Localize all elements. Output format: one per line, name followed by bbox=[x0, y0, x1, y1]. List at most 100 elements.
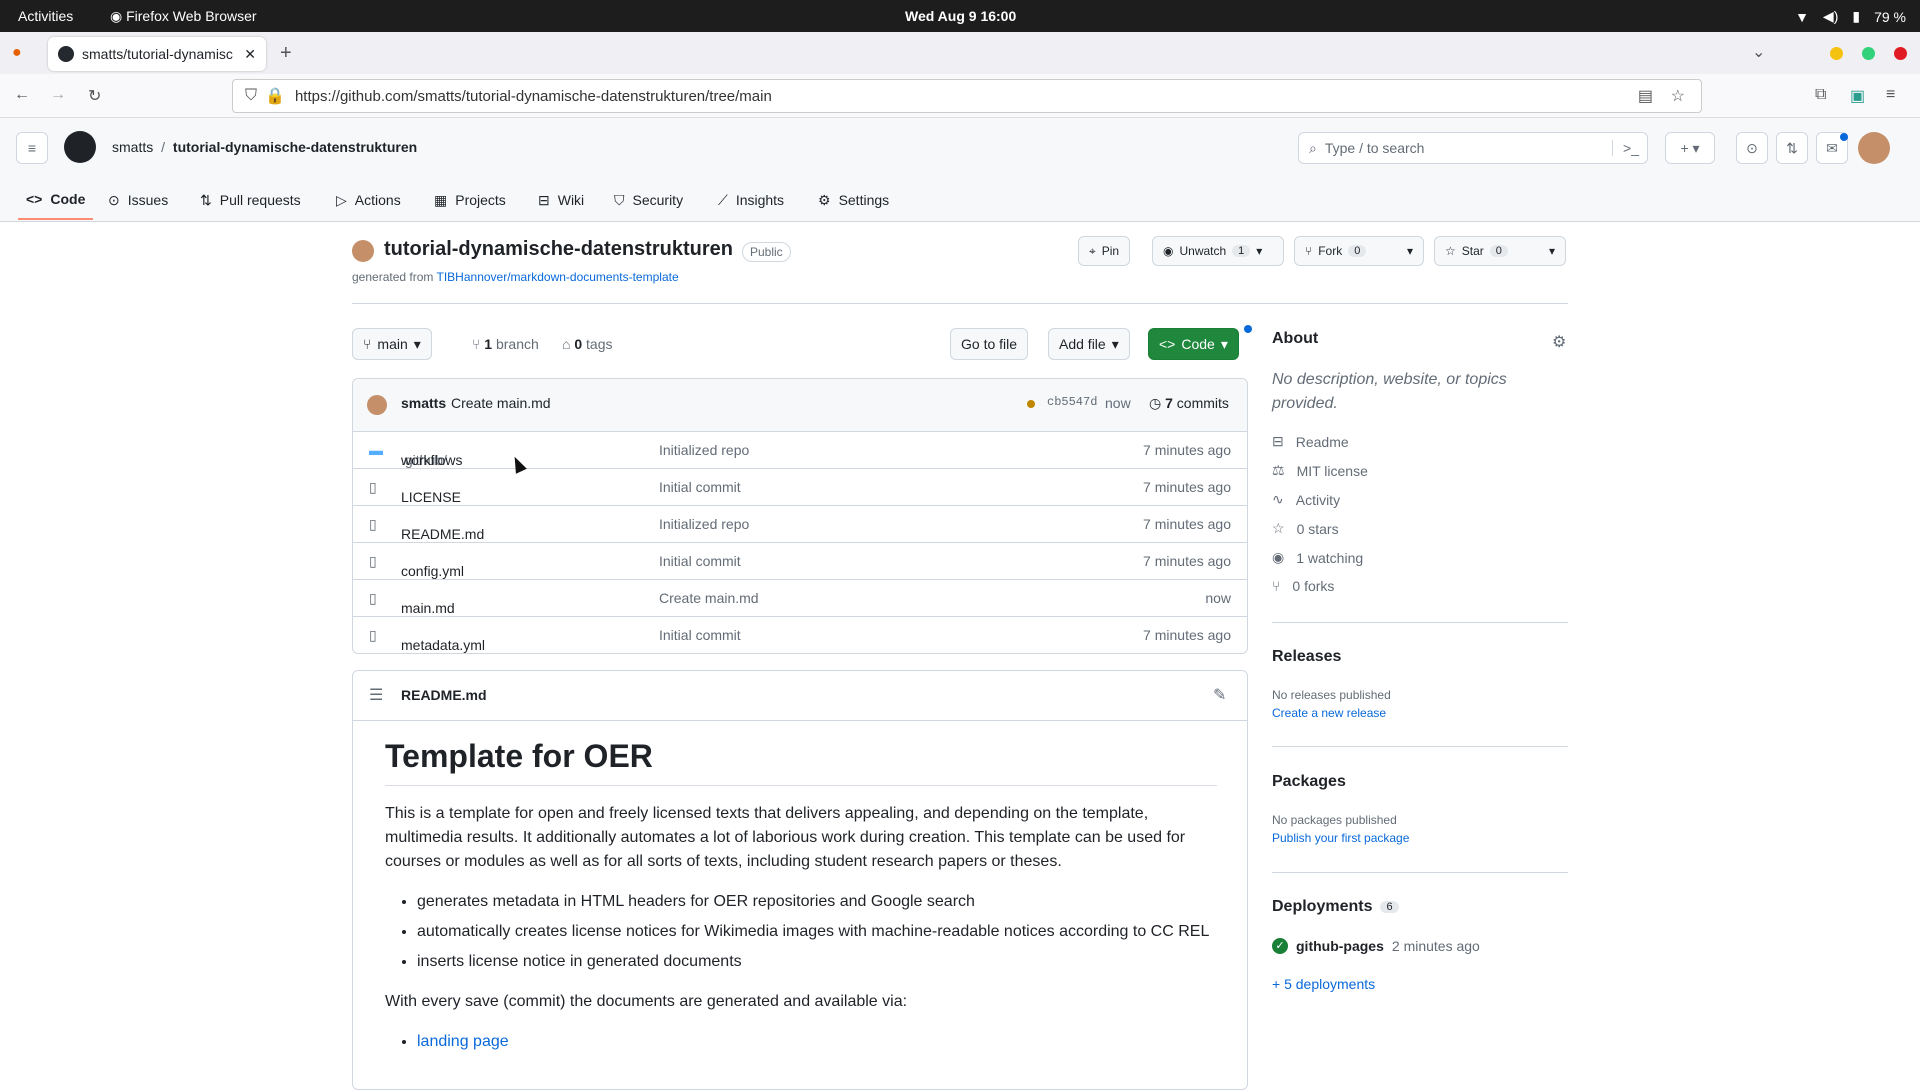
system-tray[interactable]: ▼ ◀) ▮ 79 % bbox=[1795, 8, 1906, 25]
landing-page-link[interactable]: landing page bbox=[417, 1033, 509, 1050]
tab-settings[interactable]: ⚙ Settings bbox=[818, 180, 889, 220]
add-file-button[interactable]: Add file ▾ bbox=[1048, 328, 1130, 360]
fork-button[interactable]: ⑂ Fork 0 ▾ bbox=[1294, 236, 1424, 266]
readme-panel: ☰ README.md ✎ Template for OER This is a… bbox=[352, 670, 1248, 1090]
gear-icon[interactable]: ⚙ bbox=[1552, 332, 1566, 352]
file-commit-message[interactable]: Initialized repo bbox=[659, 516, 749, 532]
list-item: automatically creates license notices fo… bbox=[417, 920, 1217, 944]
edit-pencil-icon[interactable]: ✎ bbox=[1213, 685, 1226, 705]
deployments-heading[interactable]: Deployments 6 bbox=[1272, 898, 1399, 916]
repo-link[interactable]: tutorial-dynamische-datenstrukturen bbox=[173, 139, 417, 155]
command-palette-icon[interactable]: >_ bbox=[1612, 140, 1639, 156]
about-heading: About bbox=[1272, 330, 1319, 347]
table-row[interactable]: ▯ config.yml Initial commit 7 minutes ago bbox=[353, 542, 1247, 579]
create-release-link[interactable]: Create a new release bbox=[1272, 706, 1386, 720]
tab-security[interactable]: ⛉ Security bbox=[614, 180, 683, 220]
file-commit-message[interactable]: Initial commit bbox=[659, 627, 741, 643]
activity-link[interactable]: ∿ Activity bbox=[1272, 491, 1340, 508]
watching-link[interactable]: ◉ 1 watching bbox=[1272, 549, 1363, 566]
minimize-window-icon[interactable] bbox=[1830, 47, 1843, 60]
list-tabs-icon[interactable]: ⌄ bbox=[1752, 42, 1765, 62]
packages-heading[interactable]: Packages bbox=[1272, 773, 1346, 791]
divider bbox=[1272, 746, 1568, 747]
avatar[interactable] bbox=[1858, 132, 1890, 164]
more-deployments-link[interactable]: + 5 deployments bbox=[1272, 976, 1375, 992]
table-row[interactable]: ▯ metadata.yml Initial commit 7 minutes ago bbox=[353, 616, 1247, 653]
deployment-item[interactable]: ✓ github-pages 2 minutes ago bbox=[1272, 938, 1480, 954]
star-button[interactable]: ☆ Star 0 ▾ bbox=[1434, 236, 1566, 266]
readme-heading: Template for OER bbox=[385, 735, 1217, 786]
chevron-down-icon: ▾ bbox=[1406, 244, 1413, 258]
maximize-window-icon[interactable] bbox=[1862, 47, 1875, 60]
extensions-icon[interactable]: ⧉ bbox=[1815, 86, 1826, 104]
template-source-link[interactable]: TIBHannover/markdown-documents-template bbox=[437, 270, 679, 284]
outline-list-icon[interactable]: ☰ bbox=[369, 685, 383, 705]
reader-view-icon[interactable]: ▤ bbox=[1638, 86, 1653, 106]
commit-author[interactable]: smatts bbox=[401, 395, 446, 411]
close-tab-icon[interactable]: ✕ bbox=[244, 46, 256, 63]
inbox-icon: ✉ bbox=[1826, 139, 1838, 156]
releases-heading[interactable]: Releases bbox=[1272, 648, 1341, 666]
readme-link[interactable]: ⊟ Readme bbox=[1272, 433, 1349, 450]
tab-projects[interactable]: ▦ Projects bbox=[434, 180, 506, 220]
stars-link[interactable]: ☆ 0 stars bbox=[1272, 520, 1339, 537]
unwatch-button[interactable]: ◉ Unwatch 1 ▾ bbox=[1152, 236, 1284, 266]
play-icon: ▷ bbox=[336, 191, 347, 208]
branch-selector[interactable]: ⑂ main ▾ bbox=[352, 328, 432, 360]
bookmark-star-icon[interactable]: ☆ bbox=[1671, 86, 1685, 106]
forward-icon[interactable]: → bbox=[50, 86, 66, 104]
tab-actions[interactable]: ▷ Actions bbox=[336, 180, 401, 220]
license-link[interactable]: ⚖ MIT license bbox=[1272, 462, 1368, 479]
file-commit-message[interactable]: Create main.md bbox=[659, 590, 759, 606]
pocket-icon[interactable]: ▣ bbox=[1850, 86, 1865, 106]
tab-issues[interactable]: ⊙ Issues bbox=[108, 180, 168, 220]
tab-pull-requests[interactable]: ⇅ Pull requests bbox=[200, 180, 301, 220]
branch-icon: ⑂ bbox=[472, 336, 485, 352]
global-nav-menu-button[interactable]: ≡ bbox=[16, 132, 48, 164]
firefox-menu-icon[interactable]: ● bbox=[12, 44, 22, 62]
table-row[interactable]: ▬ .github/workflows Initialized repo 7 minu… bbox=[353, 431, 1247, 468]
repo-title[interactable]: tutorial-dynamische-datenstrukturen bbox=[384, 238, 733, 261]
tab-wiki[interactable]: ⊟ Wiki bbox=[538, 180, 584, 220]
file-commit-time: 7 minutes ago bbox=[1143, 516, 1231, 532]
file-commit-message[interactable]: Initialized repo bbox=[659, 442, 749, 458]
new-tab-icon[interactable]: + bbox=[280, 42, 292, 65]
address-bar[interactable]: ⛉ 🔒 https://github.com/smatts/tutorial-d… bbox=[232, 79, 1702, 113]
table-row[interactable]: ▯ main.md Create main.md now bbox=[353, 579, 1247, 616]
commit-message[interactable]: Create main.md bbox=[451, 395, 551, 411]
issues-button[interactable]: ⊙ bbox=[1736, 132, 1768, 164]
back-icon[interactable]: ← bbox=[14, 86, 30, 104]
tab-code[interactable]: <> Code bbox=[18, 180, 94, 220]
branches-link[interactable]: ⑂ 1 branch bbox=[472, 336, 539, 352]
file-commit-message[interactable]: Initial commit bbox=[659, 553, 741, 569]
publish-package-link[interactable]: Publish your first package bbox=[1272, 831, 1409, 845]
code-button[interactable]: <> Code ▾ bbox=[1148, 328, 1239, 360]
reload-icon[interactable]: ↻ bbox=[88, 86, 101, 106]
tags-link[interactable]: ⌂ 0 tags bbox=[562, 336, 613, 352]
table-row[interactable]: ▯ README.md Initialized repo 7 minutes ago bbox=[353, 505, 1247, 542]
battery-icon: ▮ bbox=[1852, 8, 1861, 24]
hamburger-menu-icon[interactable]: ≡ bbox=[1886, 86, 1895, 104]
commits-link[interactable]: ◷ 7 commits bbox=[1149, 395, 1229, 412]
github-logo-icon[interactable] bbox=[64, 131, 96, 163]
forks-link[interactable]: ⑂ 0 forks bbox=[1272, 578, 1334, 594]
owner-link[interactable]: smatts bbox=[112, 139, 153, 155]
clock[interactable]: Wed Aug 9 16:00 bbox=[905, 8, 1016, 24]
commit-sha[interactable]: cb5547d bbox=[1047, 395, 1097, 409]
app-menu[interactable]: ◉ Firefox Web Browser bbox=[110, 8, 257, 25]
table-row[interactable]: ▯ LICENSE Initial commit 7 minutes ago bbox=[353, 468, 1247, 505]
readme-filename[interactable]: README.md bbox=[401, 687, 487, 703]
close-window-icon[interactable] bbox=[1894, 47, 1907, 60]
code-icon: <> bbox=[1159, 336, 1176, 352]
file-commit-message[interactable]: Initial commit bbox=[659, 479, 741, 495]
file-icon: ▯ bbox=[369, 553, 377, 569]
go-to-file-button[interactable]: Go to file bbox=[950, 328, 1029, 360]
pull-requests-button[interactable]: ⇅ bbox=[1776, 132, 1808, 164]
activities-button[interactable]: Activities bbox=[18, 8, 73, 24]
status-dot[interactable] bbox=[1027, 400, 1035, 408]
browser-tab[interactable]: smatts/tutorial-dynamisc ✕ bbox=[48, 37, 266, 71]
search-input[interactable]: ⌕ Type / to search >_ bbox=[1298, 132, 1648, 164]
pin-button[interactable]: ⌖ Pin bbox=[1078, 236, 1131, 266]
create-new-button[interactable]: + ▾ bbox=[1665, 132, 1715, 164]
tab-insights[interactable]: ⟋ Insights bbox=[718, 180, 784, 220]
